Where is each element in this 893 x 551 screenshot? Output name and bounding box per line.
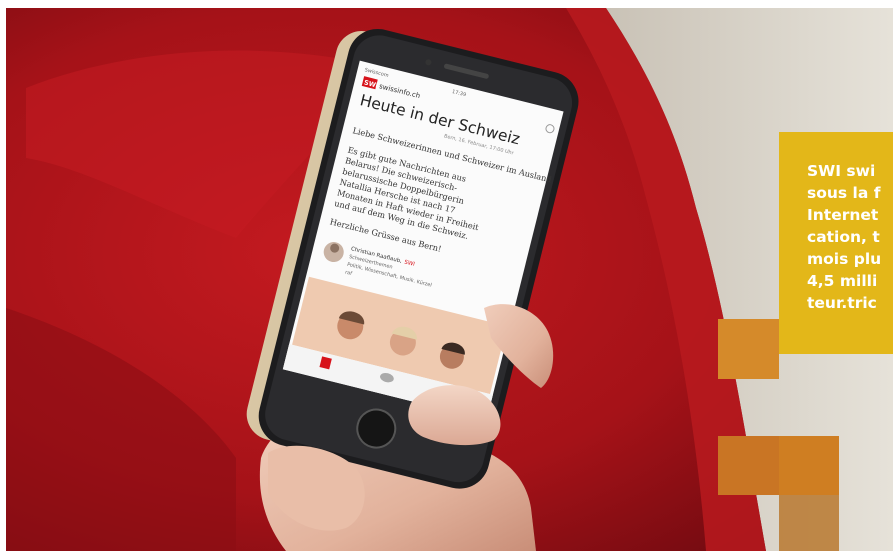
caption-callout: SWI swi sous la f Internet cation, t moi…: [779, 132, 893, 354]
accent-tile: [779, 495, 839, 551]
accent-tile: [718, 436, 779, 495]
photo: Swisscom 17:39 SWI swissinfo.ch Heute in…: [6, 8, 893, 551]
caption-text: SWI swi sous la f Internet cation, t moi…: [807, 162, 882, 312]
photo-frame: Swisscom 17:39 SWI swissinfo.ch Heute in…: [0, 0, 893, 551]
accent-tile: [779, 436, 839, 495]
accent-tile: [718, 319, 779, 379]
